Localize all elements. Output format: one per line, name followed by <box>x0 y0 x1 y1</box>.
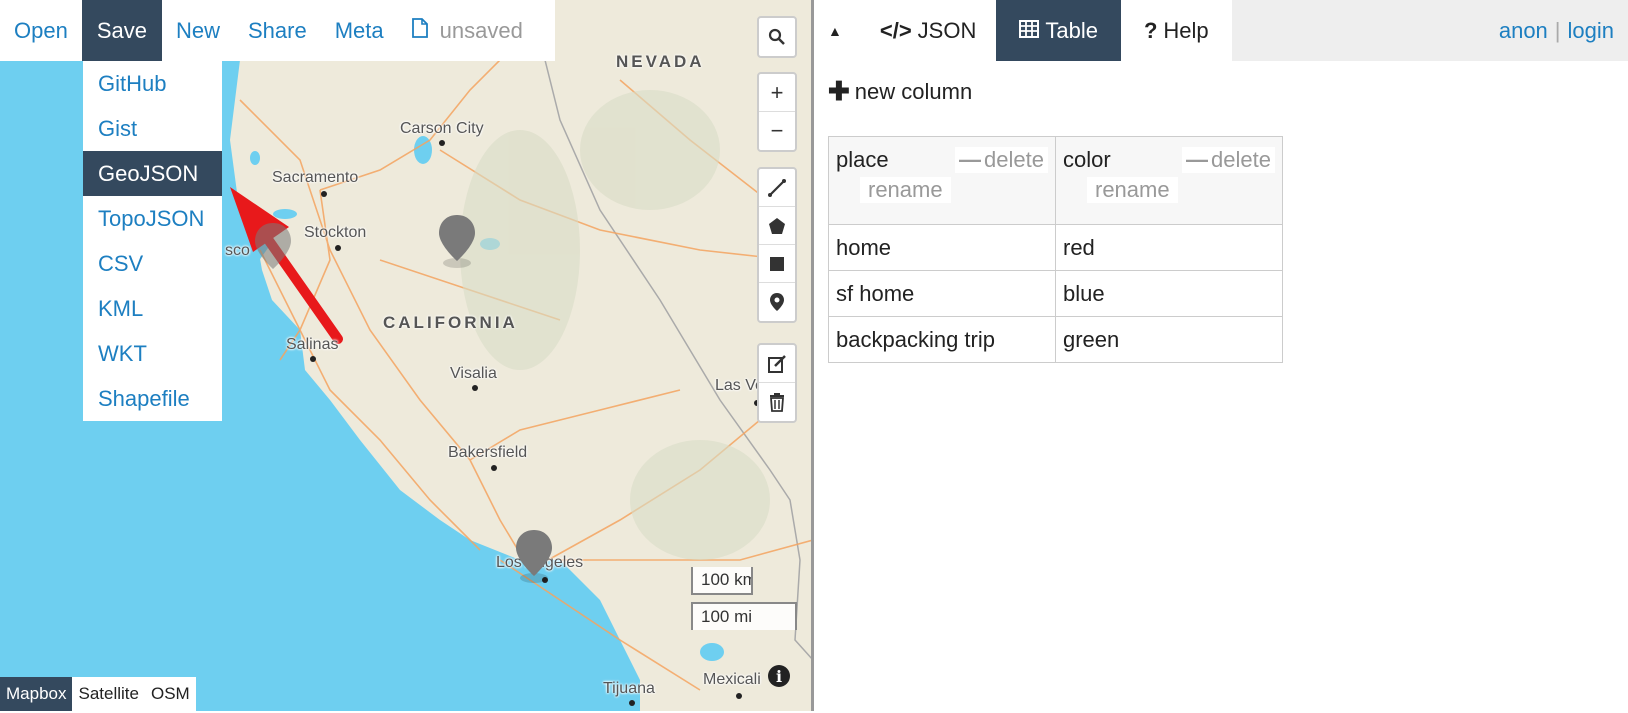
save-kml[interactable]: KML <box>83 286 222 331</box>
new-column-button[interactable]: ✚ new column <box>828 76 972 107</box>
map-marker[interactable] <box>253 221 293 277</box>
document-icon <box>411 17 428 44</box>
city-dot <box>629 700 635 706</box>
table-cell[interactable]: red <box>1055 224 1283 271</box>
tab-help-label: Help <box>1163 17 1209 43</box>
edit-control <box>757 343 797 423</box>
marker-icon[interactable] <box>759 283 795 321</box>
tab-json-label: JSON <box>917 17 977 43</box>
layer-mapbox[interactable]: Mapbox <box>0 677 73 711</box>
layer-osm[interactable]: OSM <box>144 677 196 711</box>
edit-icon[interactable] <box>759 345 795 383</box>
tab-help[interactable]: ? Help <box>1120 0 1232 61</box>
city-label: Sacramento <box>272 169 359 186</box>
plus-icon: ✚ <box>828 76 850 106</box>
save-dropdown-menu: GitHub Gist GeoJSON TopoJSON CSV KML WKT… <box>83 61 222 421</box>
trash-icon[interactable] <box>759 383 795 421</box>
search-control[interactable] <box>757 16 797 58</box>
city-dot <box>439 140 445 146</box>
city-dot <box>335 245 341 251</box>
city-label: Carson City <box>400 120 484 137</box>
save-github[interactable]: GitHub <box>83 61 222 106</box>
map-marker[interactable] <box>437 213 477 269</box>
open-button[interactable]: Open <box>0 0 82 61</box>
column-header: color delete rename <box>1055 136 1283 225</box>
tab-table-label: Table <box>1045 17 1098 43</box>
city-dot <box>472 385 478 391</box>
login-link[interactable]: login <box>1568 18 1614 44</box>
city-label: Mexicali <box>703 671 761 688</box>
city-label: Bakersfield <box>448 444 528 461</box>
zoom-in-button[interactable]: + <box>759 74 795 112</box>
save-status-label: unsaved <box>439 17 523 43</box>
city-dot <box>736 693 742 699</box>
save-topojson[interactable]: TopoJSON <box>83 196 222 241</box>
polygon-icon[interactable] <box>759 207 795 245</box>
delete-column-button[interactable]: delete <box>955 147 1048 173</box>
save-gist[interactable]: Gist <box>83 106 222 151</box>
rename-column-button[interactable]: rename <box>1087 177 1178 203</box>
layer-switcher: Mapbox Satellite OSM <box>0 677 196 711</box>
info-icon[interactable]: i <box>768 665 790 687</box>
table-cell[interactable]: backpacking trip <box>828 316 1056 363</box>
table-cell[interactable]: green <box>1055 316 1283 363</box>
question-icon: ? <box>1143 17 1158 43</box>
save-csv[interactable]: CSV <box>83 241 222 286</box>
state-label: CALIFORNIA <box>383 313 518 332</box>
rectangle-icon[interactable] <box>759 245 795 283</box>
column-header: place delete rename <box>828 136 1056 225</box>
city-label: Visalia <box>450 365 497 382</box>
table-row: sf home blue <box>828 270 1283 317</box>
caret-up-icon[interactable]: ▲ <box>814 0 856 61</box>
new-column-label: new column <box>854 78 973 104</box>
zoom-out-button[interactable]: − <box>759 112 795 150</box>
city-label: sco <box>225 242 250 259</box>
city-dot <box>491 465 497 471</box>
top-menu-bar: Open Save New Share Meta unsaved <box>0 0 555 61</box>
tab-json[interactable]: </> JSON <box>855 0 997 61</box>
share-button[interactable]: Share <box>234 0 321 61</box>
column-name: color <box>1063 147 1111 172</box>
save-button[interactable]: Save <box>81 0 162 61</box>
city-dot <box>321 191 327 197</box>
layer-satellite[interactable]: Satellite <box>72 677 145 711</box>
save-geojson[interactable]: GeoJSON <box>83 151 222 196</box>
city-label: Salinas <box>286 336 339 353</box>
line-icon[interactable] <box>759 169 795 207</box>
table-icon <box>1019 18 1040 44</box>
search-icon[interactable] <box>759 18 795 56</box>
city-dot <box>310 356 316 362</box>
table-cell[interactable]: sf home <box>828 270 1056 317</box>
meta-button[interactable]: Meta <box>321 0 398 61</box>
scale-mi: 100 mi <box>691 602 797 630</box>
code-icon: </> <box>879 17 912 43</box>
table-row: backpacking trip green <box>828 316 1283 363</box>
auth-separator: | <box>1554 17 1561 43</box>
save-shapefile[interactable]: Shapefile <box>83 376 222 421</box>
auth-links: anon | login <box>1499 0 1628 61</box>
table-cell[interactable]: blue <box>1055 270 1283 317</box>
rename-column-button[interactable]: rename <box>860 177 951 203</box>
draw-control <box>757 167 797 323</box>
save-status: unsaved <box>398 0 537 61</box>
scale-km: 100 km <box>691 567 753 595</box>
table-cell[interactable]: home <box>828 224 1056 271</box>
table-row: home red <box>828 224 1283 271</box>
tab-table[interactable]: Table <box>996 0 1121 61</box>
column-name: place <box>836 147 889 172</box>
right-pane-tabs: ▲ </> JSON Table ? Help anon | login <box>814 0 1628 61</box>
city-label: Stockton <box>304 224 367 241</box>
properties-table: place delete rename color delete rename … <box>828 136 1283 363</box>
state-label: NEVADA <box>616 52 705 71</box>
city-label: Tijuana <box>603 680 655 697</box>
anon-link[interactable]: anon <box>1499 18 1548 44</box>
map-marker[interactable] <box>514 528 554 584</box>
delete-column-button[interactable]: delete <box>1182 147 1275 173</box>
zoom-control: + − <box>757 72 797 152</box>
save-wkt[interactable]: WKT <box>83 331 222 376</box>
pane-divider[interactable] <box>811 0 814 711</box>
new-button[interactable]: New <box>162 0 234 61</box>
